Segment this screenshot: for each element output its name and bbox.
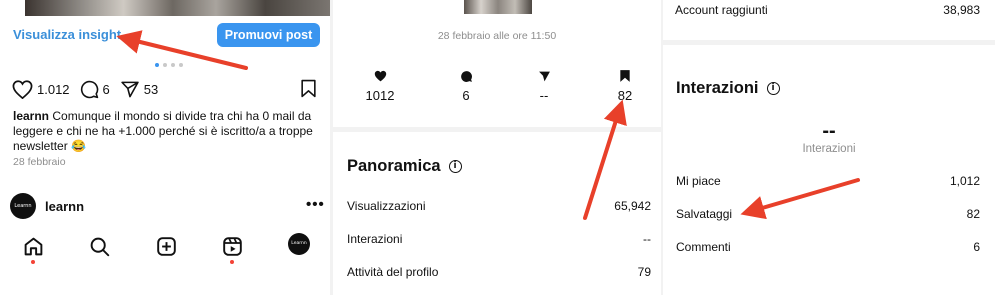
caption-username[interactable]: learnn: [13, 109, 49, 123]
post-panel: Visualizza insight Promuovi post 1.012 6…: [0, 0, 330, 295]
carousel-dot: [171, 63, 175, 67]
promote-post-button[interactable]: Promuovi post: [217, 23, 320, 47]
home-icon: [24, 237, 43, 256]
bottom-nav: Learnn: [0, 228, 330, 268]
row-label: Mi piace: [676, 174, 721, 188]
row-value: 6: [973, 240, 980, 254]
heart-icon: [12, 79, 33, 99]
like-button[interactable]: 1.012: [12, 79, 70, 99]
stat-comments-value: 6: [462, 88, 470, 103]
notification-dot: [31, 260, 35, 264]
save-button[interactable]: [300, 79, 317, 103]
insights-panel: 28 febbraio alle ore 11:50 1012 6 -- 82 …: [333, 0, 661, 295]
row-value: 79: [637, 265, 651, 279]
nav-new-post[interactable]: [156, 236, 177, 262]
comment-button[interactable]: 6: [80, 80, 110, 99]
carousel-dot: [179, 63, 183, 67]
row-label: Visualizzazioni: [347, 199, 426, 213]
interactions-panel: Account raggiunti 38,983 Interazioni i -…: [663, 0, 995, 295]
post-date: 28 febbraio: [13, 156, 66, 168]
bookmark-icon: [620, 70, 630, 82]
row-value: 1,012: [949, 174, 980, 188]
row-label: Salvataggi: [676, 207, 733, 221]
like-count: 1.012: [37, 81, 70, 97]
post-thumbnail[interactable]: [464, 0, 532, 14]
carousel-dot-active: [155, 63, 159, 67]
stat-shares-value: --: [539, 88, 549, 103]
stat-likes-value: 1012: [365, 88, 395, 103]
stat-saves: 82: [595, 68, 655, 103]
section-title: Panoramica i: [347, 157, 462, 176]
info-icon[interactable]: i: [448, 160, 462, 173]
post-photo[interactable]: [0, 0, 330, 16]
notification-dot: [230, 260, 234, 264]
summary-label: Interazioni: [802, 143, 856, 155]
stat-comments: 6: [436, 68, 496, 103]
account-username[interactable]: learnn: [45, 199, 84, 214]
stat-saves-value: 82: [617, 88, 633, 103]
share-button[interactable]: 53: [120, 80, 158, 99]
summary-value: --: [822, 120, 836, 142]
row-value: --: [643, 232, 651, 246]
heart-icon: [374, 70, 386, 82]
section-title-text: Interazioni: [676, 79, 759, 97]
share-count: 53: [143, 81, 159, 97]
row-value: 65,942: [614, 199, 651, 213]
stat-shares: --: [514, 68, 574, 103]
carousel-dot: [163, 63, 167, 67]
nav-search[interactable]: [89, 236, 110, 262]
row-label: Interazioni: [347, 232, 403, 246]
nav-home[interactable]: [23, 236, 44, 262]
section-divider: [663, 40, 995, 45]
section-divider: [333, 127, 661, 132]
send-icon: [538, 71, 550, 81]
nav-reels[interactable]: [222, 236, 243, 262]
post-image[interactable]: [25, 0, 330, 16]
reels-icon: [223, 237, 242, 256]
row-label: Account raggiunti: [675, 3, 768, 17]
row-label: Attività del profilo: [347, 265, 439, 279]
new-post-icon: [157, 237, 176, 256]
info-icon[interactable]: i: [766, 82, 780, 95]
insights-date: 28 febbraio alle ore 11:50: [437, 30, 557, 42]
row-value: 38,983: [943, 3, 980, 17]
section-title-text: Panoramica: [347, 157, 441, 175]
section-title: Interazioni i: [676, 79, 780, 98]
row-label: Commenti: [676, 240, 731, 254]
send-icon: [121, 81, 139, 97]
comment-icon: [80, 80, 98, 98]
post-caption: learnn Comunque il mondo si divide tra c…: [13, 109, 323, 154]
more-options-button[interactable]: •••: [306, 196, 325, 213]
search-icon: [90, 237, 110, 257]
stat-likes: 1012: [350, 68, 410, 103]
carousel-dots: [155, 63, 183, 67]
caption-text: Comunque il mondo si divide tra chi ha 0…: [13, 109, 313, 153]
bookmark-icon: [301, 79, 316, 98]
view-insights-link[interactable]: Visualizza insight: [13, 27, 121, 42]
avatar[interactable]: Learnn: [10, 193, 36, 219]
comment-count: 6: [102, 81, 110, 97]
row-value: 82: [966, 207, 980, 221]
nav-profile-avatar[interactable]: Learnn: [288, 233, 310, 255]
post-actions: 1.012 6 53: [12, 78, 168, 100]
comment-icon: [460, 70, 472, 82]
